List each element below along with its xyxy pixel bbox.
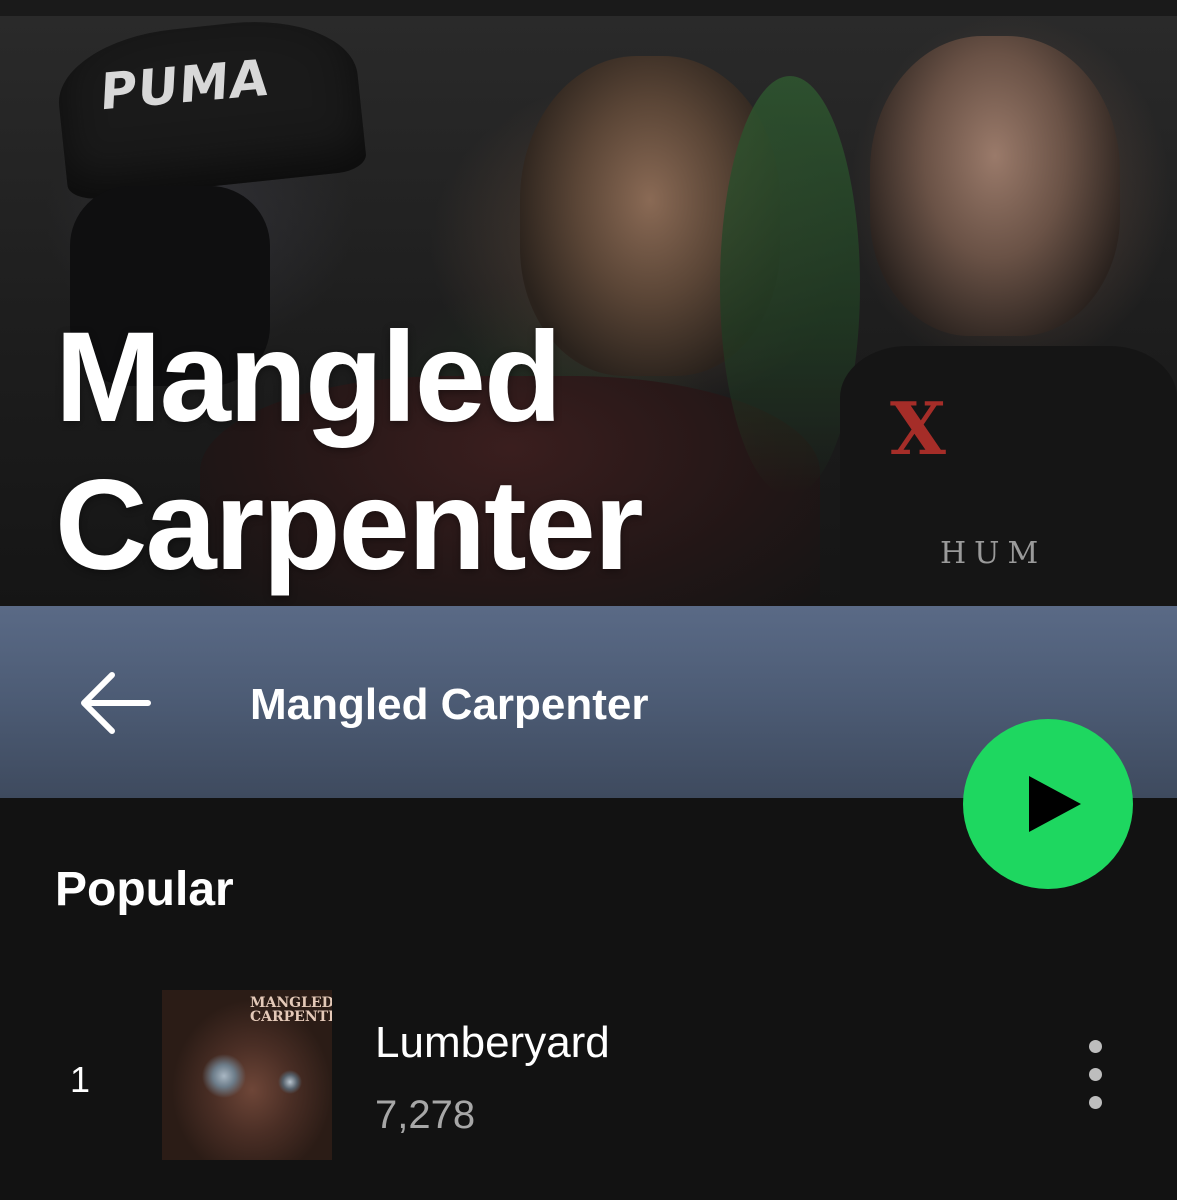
hero-shirt-text: HUM: [940, 536, 1047, 571]
header-title: Mangled Carpenter: [250, 680, 649, 729]
artist-hero-image: PUMA X HUM Mangled Carpenter: [0, 16, 1177, 606]
hero-shirt-logo: X: [890, 386, 946, 471]
track-title: Lumberyard: [375, 1018, 610, 1067]
status-strip: [0, 0, 1177, 16]
hero-hair: [720, 76, 860, 496]
more-options-icon[interactable]: [1076, 1040, 1116, 1110]
artist-page: PUMA X HUM Mangled Carpenter Mangled Car…: [0, 0, 1177, 1200]
hero-person-right: [870, 36, 1120, 336]
arrow-left-icon: [81, 672, 151, 734]
artist-hero-title-line2: Carpenter: [55, 454, 644, 597]
track-row[interactable]: 1 MANGLED CARPENTER Lumberyard 7,278: [0, 980, 1177, 1160]
popular-heading: Popular: [55, 863, 234, 916]
artist-hero-title: Mangled Carpenter: [55, 304, 644, 600]
album-art-band-logo: MANGLED CARPENTER: [250, 995, 332, 1025]
track-album-art: MANGLED CARPENTER: [162, 990, 332, 1160]
back-button[interactable]: [74, 668, 154, 738]
track-play-count: 7,278: [375, 1093, 476, 1137]
play-icon: [1029, 776, 1081, 832]
play-button[interactable]: [963, 719, 1133, 889]
track-index: 1: [70, 1059, 91, 1100]
artist-hero-title-line1: Mangled: [55, 306, 562, 449]
